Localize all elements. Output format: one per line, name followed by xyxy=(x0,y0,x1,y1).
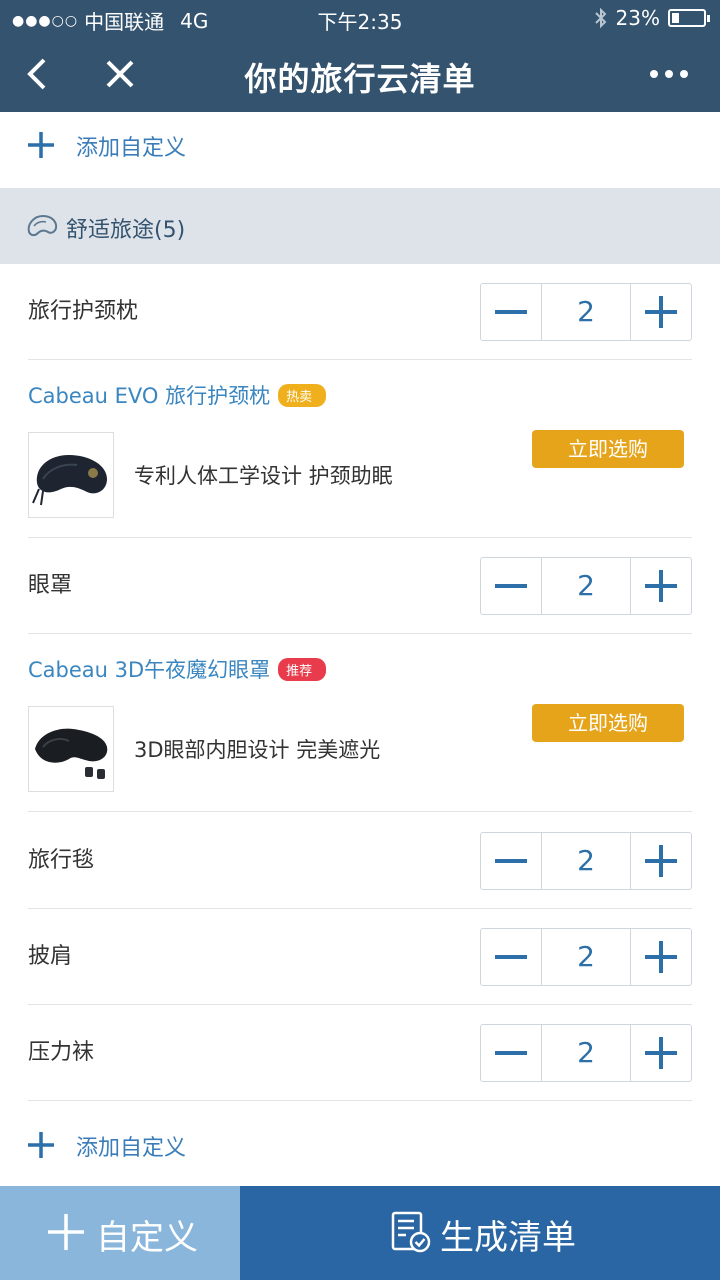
quantity-stepper: 2 xyxy=(480,1024,692,1082)
add-custom-row-top[interactable]: 添加自定义 xyxy=(0,112,720,182)
product-description: 专利人体工学设计 护颈助眠 xyxy=(134,464,393,488)
item-name: 旅行毯 xyxy=(28,848,95,873)
minus-button[interactable] xyxy=(481,558,541,614)
list-item: 旅行护颈枕 2 xyxy=(28,264,692,360)
list-item: 披肩 2 xyxy=(28,909,692,1005)
quantity-value[interactable]: 2 xyxy=(541,558,631,614)
quantity-value[interactable]: 2 xyxy=(541,929,631,985)
plus-button[interactable] xyxy=(631,1025,691,1081)
buy-now-button[interactable]: 立即选购 xyxy=(532,704,684,742)
quantity-value[interactable]: 2 xyxy=(541,833,631,889)
generate-list-label: 生成清单 xyxy=(440,1218,576,1258)
plus-button[interactable] xyxy=(631,558,691,614)
product-image[interactable] xyxy=(28,706,114,792)
quantity-stepper: 2 xyxy=(480,832,692,890)
page-title: 你的旅行云清单 xyxy=(244,60,476,98)
section-header[interactable]: 舒适旅途(5) xyxy=(0,188,720,264)
product-card: Cabeau EVO 旅行护颈枕 热卖 专利人体工学设计 护颈助眠 立即选购 xyxy=(28,360,692,538)
product-title[interactable]: Cabeau 3D午夜魔幻眼罩 xyxy=(28,654,270,684)
list-item: 压力袜 2 xyxy=(28,1005,692,1101)
battery-percent: 23% xyxy=(615,6,660,30)
more-icon[interactable] xyxy=(644,52,694,96)
plus-icon xyxy=(48,1214,84,1250)
quantity-stepper: 2 xyxy=(480,557,692,615)
item-name: 披肩 xyxy=(28,944,73,969)
quantity-stepper: 2 xyxy=(480,283,692,341)
item-name: 压力袜 xyxy=(28,1040,95,1065)
plus-button[interactable] xyxy=(631,833,691,889)
checklist-icon xyxy=(391,1211,431,1253)
pillow-icon xyxy=(27,214,58,237)
bluetooth-icon xyxy=(594,7,606,29)
plus-button[interactable] xyxy=(631,929,691,985)
add-custom-label: 添加自定义 xyxy=(76,1136,187,1161)
item-name: 眼罩 xyxy=(28,573,73,598)
plus-icon xyxy=(28,132,54,158)
plus-icon xyxy=(28,1132,54,1158)
neck-pillow-image xyxy=(32,455,107,506)
minus-button[interactable] xyxy=(481,284,541,340)
minus-button[interactable] xyxy=(481,929,541,985)
product-image[interactable] xyxy=(28,432,114,518)
bottom-bar: 自定义 生成清单 xyxy=(0,1186,720,1280)
section-title: 舒适旅途(5) xyxy=(66,218,186,243)
battery-icon xyxy=(668,9,710,27)
minus-button[interactable] xyxy=(481,1025,541,1081)
product-card: Cabeau 3D午夜魔幻眼罩 推荐 3D眼部内胆设计 完美遮光 立即选购 xyxy=(28,634,692,812)
custom-button[interactable]: 自定义 xyxy=(0,1186,240,1280)
list-item: 旅行毯 2 xyxy=(28,813,692,909)
hot-badge: 热卖 xyxy=(278,383,327,407)
nav-bar: 你的旅行云清单 xyxy=(0,36,720,112)
status-bar: ●●●○○ 中国联通 4G 下午2:35 23% xyxy=(0,0,720,36)
recommend-badge: 推荐 xyxy=(278,657,327,681)
list-item: 眼罩 2 xyxy=(28,538,692,634)
item-name: 旅行护颈枕 xyxy=(28,299,139,324)
minus-button[interactable] xyxy=(481,833,541,889)
custom-button-label: 自定义 xyxy=(96,1218,198,1258)
buy-now-button[interactable]: 立即选购 xyxy=(532,430,684,468)
add-custom-label: 添加自定义 xyxy=(76,136,187,161)
quantity-value[interactable]: 2 xyxy=(541,1025,631,1081)
product-title[interactable]: Cabeau EVO 旅行护颈枕 xyxy=(28,380,270,410)
product-description: 3D眼部内胆设计 完美遮光 xyxy=(134,738,381,762)
plus-button[interactable] xyxy=(631,284,691,340)
quantity-stepper: 2 xyxy=(480,928,692,986)
quantity-value[interactable]: 2 xyxy=(541,284,631,340)
add-custom-row-bottom[interactable]: 添加自定义 xyxy=(0,1112,720,1182)
eye-mask-image xyxy=(35,728,108,779)
generate-list-button[interactable]: 生成清单 xyxy=(240,1186,720,1280)
